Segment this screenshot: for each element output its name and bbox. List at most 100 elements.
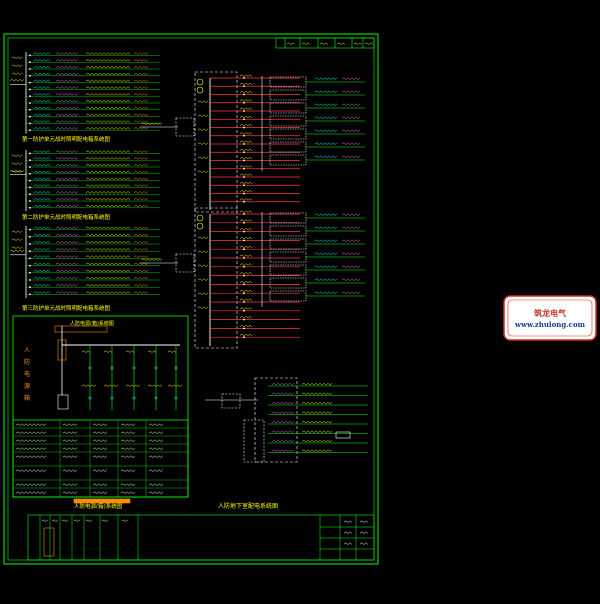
table-cell — [148, 455, 164, 458]
panel-parameter — [11, 230, 23, 233]
circuit-label — [55, 170, 79, 174]
panel-parameter — [11, 238, 23, 241]
breaker-dot — [29, 74, 31, 77]
breaker-dot — [29, 68, 31, 70]
table-cell — [15, 483, 47, 486]
breaker-dot — [243, 151, 245, 154]
circuit-label — [55, 52, 79, 55]
inset-side-label-char: 箱 — [24, 394, 30, 402]
meter-symbol — [196, 78, 204, 86]
inset-branch-label — [147, 384, 163, 387]
revision-mark — [319, 42, 329, 45]
load-label — [133, 226, 149, 230]
cable-label — [85, 127, 131, 130]
table-cell — [15, 439, 47, 442]
load-label — [133, 93, 149, 96]
load-label — [341, 213, 361, 216]
revision-mark — [353, 42, 363, 45]
circuit-label — [55, 262, 79, 266]
breaker-label — [33, 99, 51, 103]
circuit-label — [239, 107, 253, 110]
load-label — [341, 252, 361, 255]
breaker-dot — [243, 265, 245, 268]
inset-branch-label — [125, 350, 135, 353]
panel-parameter — [197, 250, 209, 253]
table-cell — [92, 439, 108, 442]
load-label — [341, 116, 361, 119]
inset-title: 人防电源(箱)系统图 — [70, 320, 114, 327]
breaker-dot — [243, 93, 245, 96]
branch-label — [314, 239, 338, 242]
circuit-label — [239, 333, 253, 337]
bottom-section-label: 人防电源(箱)系统图 — [74, 502, 123, 510]
cable-label — [85, 113, 131, 117]
sub-distribution-box — [269, 154, 307, 166]
circuit-label — [55, 184, 79, 187]
load-label — [341, 155, 361, 158]
load-label — [133, 191, 149, 194]
title-block-mark — [343, 520, 353, 523]
load-label — [133, 72, 149, 76]
breaker-dot — [243, 318, 245, 321]
title-block-mark — [85, 519, 93, 522]
inset-branch-label — [147, 350, 157, 353]
breaker-dot — [243, 110, 245, 112]
circuit-label — [55, 240, 79, 244]
breaker-dot — [29, 108, 31, 111]
load-label — [133, 157, 149, 160]
breaker-label — [33, 204, 51, 208]
load-label — [133, 269, 149, 273]
breaker-label — [33, 269, 51, 273]
section-label-2: 第二防护单元战时照明配电箱系统图 — [22, 213, 111, 221]
circuit-label — [239, 254, 253, 257]
lower-feeder-label — [301, 382, 333, 386]
table-cell — [120, 447, 136, 450]
circuit-label — [55, 93, 79, 96]
panel-parameter — [11, 64, 23, 67]
lower-feeder-label — [271, 439, 295, 443]
branch-label — [314, 291, 338, 294]
incoming-label — [9, 79, 25, 82]
lower-panel-outline — [254, 377, 298, 463]
circuit-label — [55, 120, 79, 123]
circuit-label — [239, 115, 253, 119]
breaker-dot — [243, 248, 245, 251]
cable-label — [85, 150, 131, 153]
lower-feeder-label — [301, 449, 333, 452]
inset-side-label-char: 人 — [24, 347, 30, 354]
inset-frame — [12, 315, 189, 498]
inset-branch-label — [81, 384, 97, 387]
circuit-label — [239, 198, 253, 201]
breaker-dot — [29, 206, 31, 209]
cable-label — [85, 106, 131, 110]
inset-side-label-char: 防 — [24, 358, 30, 366]
load-label — [341, 265, 361, 268]
incoming-label — [141, 258, 163, 261]
branch-label — [314, 90, 338, 93]
table-cell — [148, 483, 164, 486]
load-label — [133, 248, 149, 251]
table-cell — [62, 431, 78, 434]
circuit-label — [55, 113, 79, 117]
table-cell — [15, 469, 47, 472]
watermark: 筑龙电气 www.zhulong.com — [503, 295, 597, 341]
load-label — [133, 276, 149, 280]
breaker-dot — [29, 102, 31, 104]
circuit-label — [55, 233, 79, 237]
panel-parameter — [11, 72, 23, 75]
panel-parameter — [11, 162, 23, 165]
breaker-dot — [243, 101, 245, 104]
table-cell — [148, 431, 164, 434]
inset-branch-label — [81, 350, 91, 353]
sub-distribution-box — [269, 89, 307, 101]
breaker-dot — [243, 85, 245, 88]
circuit-label — [239, 173, 253, 176]
breaker-dot — [29, 186, 31, 189]
table-cell — [92, 483, 108, 486]
title-block-mark — [61, 519, 69, 522]
circuit-label — [239, 156, 253, 160]
breaker-dot — [243, 167, 245, 170]
breaker-label — [33, 79, 51, 83]
breaker-label — [33, 72, 51, 76]
breaker-dot — [29, 115, 31, 118]
